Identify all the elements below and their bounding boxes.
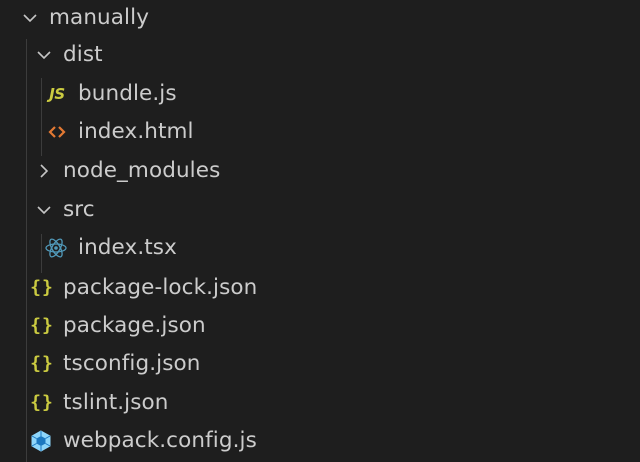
tree-item-label: node_modules	[63, 158, 221, 183]
chevron-down-icon[interactable]	[18, 0, 42, 37]
tree-item-label: bundle.js	[78, 81, 177, 106]
tree-folder-manually[interactable]: manually	[0, 0, 640, 37]
tree-folder-dist[interactable]: dist	[0, 35, 640, 74]
tree-item-label: tsconfig.json	[63, 351, 201, 376]
webpack-file-icon	[28, 421, 54, 460]
tree-file-index-html[interactable]: index.html	[0, 112, 640, 151]
javascript-file-icon: JS	[49, 84, 65, 103]
tree-item-label: package.json	[63, 313, 206, 338]
tree-item-label: dist	[63, 42, 103, 67]
tree-file-package-json[interactable]: {} package.json	[0, 306, 640, 345]
json-file-icon: {}	[30, 277, 54, 298]
tree-item-label: package-lock.json	[63, 275, 258, 300]
react-file-icon	[43, 228, 69, 267]
tree-item-label: tslint.json	[63, 390, 169, 415]
json-file-icon: {}	[30, 353, 54, 374]
chevron-down-icon[interactable]	[32, 35, 56, 74]
tree-item-label: index.html	[78, 119, 194, 144]
tree-file-package-lock-json[interactable]: {} package-lock.json	[0, 268, 640, 307]
chevron-down-icon[interactable]	[32, 190, 56, 229]
tree-file-webpack-config-js[interactable]: webpack.config.js	[0, 421, 640, 460]
json-file-icon: {}	[30, 392, 54, 413]
tree-folder-src[interactable]: src	[0, 190, 640, 229]
tree-file-index-tsx[interactable]: index.tsx	[0, 228, 640, 267]
tree-file-bundle-js[interactable]: JS bundle.js	[0, 74, 640, 113]
tree-item-label: index.tsx	[78, 235, 177, 260]
html-file-icon	[44, 112, 70, 151]
json-file-icon: {}	[30, 315, 54, 336]
tree-file-tsconfig-json[interactable]: {} tsconfig.json	[0, 344, 640, 383]
file-explorer-tree: manually dist JS bundle.js index.html no…	[0, 0, 640, 462]
chevron-right-icon[interactable]	[32, 151, 56, 190]
tree-item-label: webpack.config.js	[63, 428, 257, 453]
tree-file-tslint-json[interactable]: {} tslint.json	[0, 383, 640, 422]
tree-item-label: manually	[49, 5, 150, 30]
tree-folder-node-modules[interactable]: node_modules	[0, 151, 640, 190]
tree-item-label: src	[63, 197, 95, 222]
